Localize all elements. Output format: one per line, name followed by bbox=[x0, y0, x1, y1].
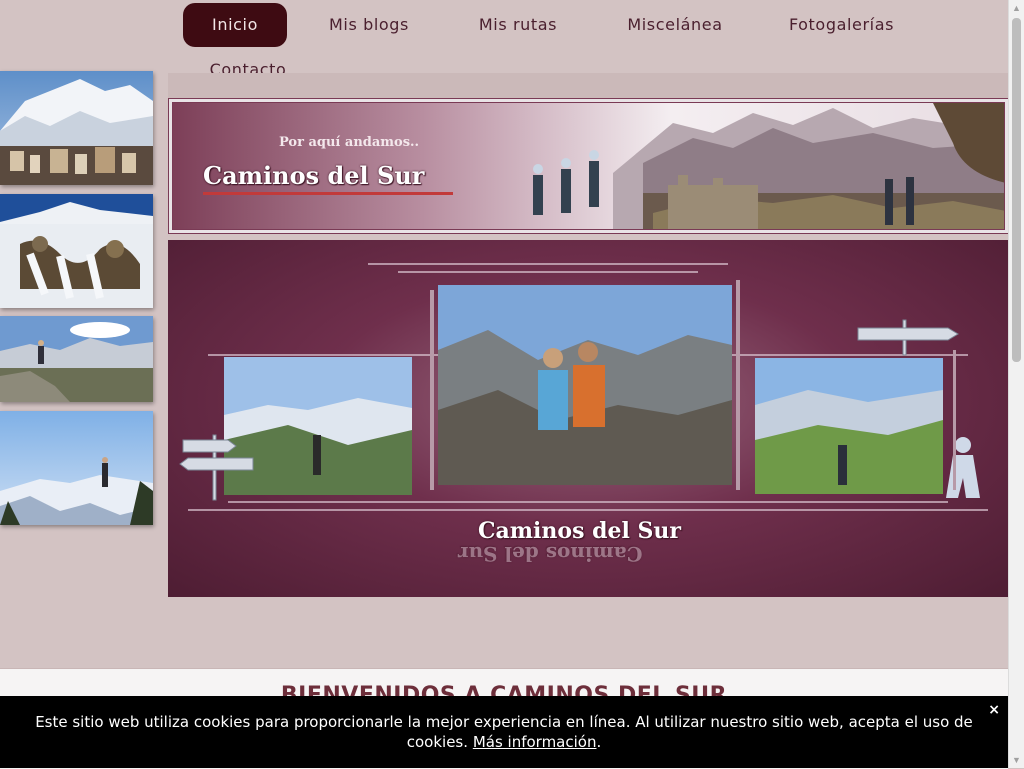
scroll-up-arrow-icon[interactable]: ▲ bbox=[1009, 0, 1024, 16]
hero-logo-reflection: Caminos del Sur bbox=[458, 542, 643, 566]
thumb-waterfall-snow[interactable] bbox=[0, 194, 153, 308]
header-banner: Por aquí andamos.. Caminos del Sur bbox=[168, 98, 1009, 234]
hero-collage: Caminos del Sur Caminos del Sur bbox=[168, 240, 1009, 597]
cookie-more-info-link[interactable]: Más información bbox=[473, 733, 597, 751]
thumb-sierra-nevada-city[interactable] bbox=[0, 71, 153, 185]
hero-logo[interactable]: Caminos del Sur bbox=[478, 518, 681, 544]
cookie-message: Este sitio web utiliza cookies para prop… bbox=[20, 712, 988, 752]
nav-item-miscelanea[interactable]: Miscelánea bbox=[616, 3, 734, 47]
scroll-thumb[interactable] bbox=[1012, 18, 1021, 362]
nav-item-inicio[interactable]: Inicio bbox=[183, 3, 287, 47]
cookie-banner: Este sitio web utiliza cookies para prop… bbox=[0, 696, 1008, 768]
banner-logo-underline bbox=[203, 192, 453, 195]
content-top-strip bbox=[168, 73, 1008, 100]
banner-logo[interactable]: Caminos del Sur bbox=[203, 161, 424, 190]
nav-item-mis-blogs[interactable]: Mis blogs bbox=[314, 3, 424, 47]
thumb-snowy-summit[interactable] bbox=[0, 411, 153, 525]
nav-item-mis-rutas[interactable]: Mis rutas bbox=[462, 3, 574, 47]
banner-image: Por aquí andamos.. Caminos del Sur bbox=[172, 102, 1005, 230]
thumb-hiker-peak[interactable] bbox=[0, 316, 153, 402]
banner-subtitle: Por aquí andamos.. bbox=[279, 135, 420, 150]
cookie-close-button[interactable]: × bbox=[988, 702, 1000, 718]
nav-item-fotogalerias[interactable]: Fotogalerías bbox=[776, 3, 907, 47]
cookie-trailing: . bbox=[596, 733, 602, 751]
page-scrollbar[interactable]: ▲ ▼ bbox=[1008, 0, 1024, 768]
scroll-down-arrow-icon[interactable]: ▼ bbox=[1009, 752, 1024, 768]
